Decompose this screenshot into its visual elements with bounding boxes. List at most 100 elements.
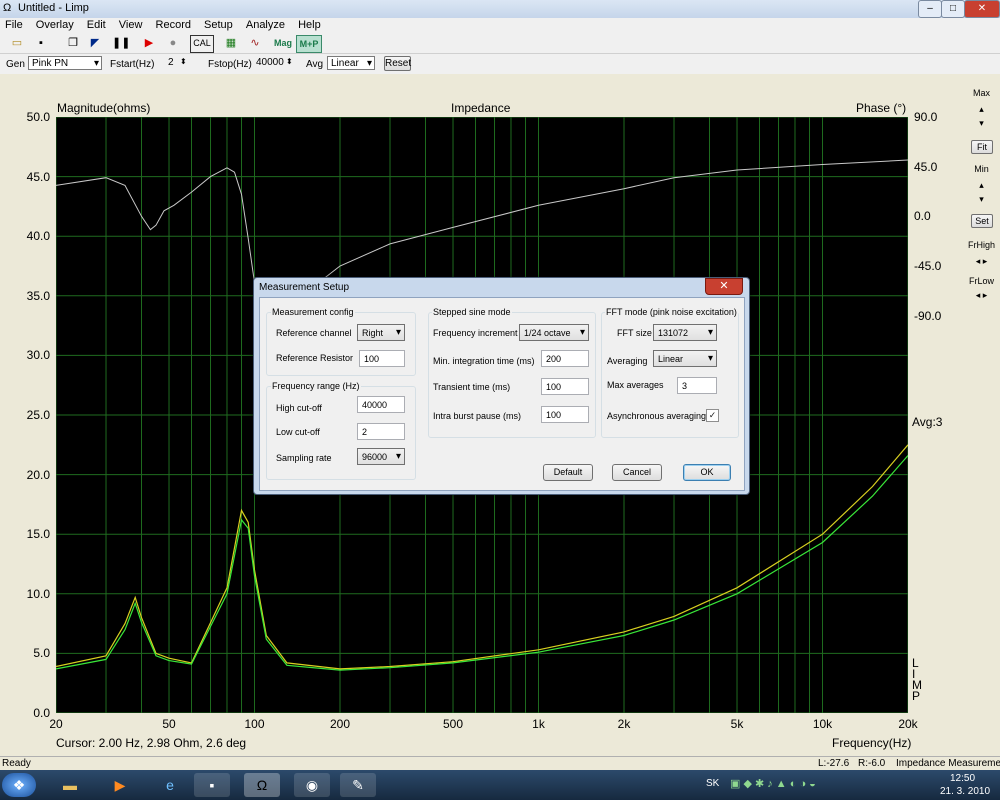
cancel-button[interactable]: Cancel	[612, 464, 662, 481]
media-player-icon[interactable]: ▶	[102, 773, 138, 797]
frhigh-label: FrHigh	[967, 240, 995, 250]
fft-size-select[interactable]: 131072	[653, 324, 717, 341]
y2-tick-label: 0.0	[914, 209, 931, 224]
low-cutoff-label: Low cut-off	[276, 427, 320, 437]
mp-button[interactable]: M+P	[296, 35, 322, 53]
curve-icon[interactable]: ∿	[246, 35, 264, 51]
menu-file[interactable]: File	[0, 18, 28, 33]
max-averages-label: Max averages	[607, 380, 664, 390]
side-panel: Max ▴ ▾ Fit Min ▴ ▾ Set FrHigh ◂ ▸ FrLow…	[963, 76, 1000, 756]
menu-setup[interactable]: Setup	[199, 18, 238, 33]
reset-button[interactable]: Reset	[384, 56, 411, 71]
generator-bar: Gen Pink PN Fstart(Hz) 2 ⬍ Fstop(Hz) 400…	[0, 54, 1000, 74]
menu-view[interactable]: View	[114, 18, 148, 33]
internet-explorer-icon[interactable]: e	[152, 773, 188, 797]
fstart-input[interactable]: 2	[168, 57, 174, 68]
menu-edit[interactable]: Edit	[82, 18, 111, 33]
fstart-spinner[interactable]: ⬍	[180, 57, 187, 66]
y-tick-label: 40.0	[26, 229, 50, 244]
x-tick-label: 1k	[532, 717, 545, 731]
min-down-icon[interactable]: ▾	[963, 194, 1000, 205]
ref-resistor-input[interactable]: 100	[359, 350, 405, 367]
open-icon[interactable]: ▭	[8, 35, 26, 51]
default-button[interactable]: Default	[543, 464, 593, 481]
menu-overlay[interactable]: Overlay	[31, 18, 79, 33]
save-icon[interactable]: ▪	[32, 35, 50, 51]
min-integration-input[interactable]: 200	[541, 350, 589, 367]
y-tick-label: 15.0	[26, 527, 50, 542]
stop-icon[interactable]: ●	[164, 35, 182, 51]
record-icon[interactable]: ▶	[140, 35, 158, 51]
freq-increment-select[interactable]: 1/24 octave	[519, 324, 589, 341]
avg-select[interactable]: Linear	[327, 56, 375, 71]
mag-button[interactable]: Mag	[272, 35, 294, 51]
x-tick-label: 20k	[898, 717, 918, 731]
gen-select[interactable]: Pink PN	[28, 56, 102, 71]
group-label: FFT mode (pink noise excitation)	[605, 307, 738, 317]
ref-channel-select[interactable]: Right	[357, 324, 405, 341]
copy-icon[interactable]: ❐	[64, 35, 82, 51]
low-cutoff-input[interactable]: 2	[357, 423, 405, 440]
menu-analyze[interactable]: Analyze	[241, 18, 290, 33]
avg-label: Avg	[306, 59, 324, 70]
clock-date[interactable]: 21. 3. 2010	[940, 786, 990, 797]
window-title: Untitled - Limp	[18, 2, 89, 14]
x-tick-label: 200	[329, 717, 351, 731]
sampling-rate-select[interactable]: 96000	[357, 448, 405, 465]
start-button-icon[interactable]: ❖	[2, 773, 36, 797]
minimize-button[interactable]: –	[918, 0, 942, 18]
max-up-icon[interactable]: ▴	[963, 104, 1000, 115]
speaker-app-icon[interactable]: ◉	[294, 773, 330, 797]
max-averages-input[interactable]: 3	[677, 377, 717, 394]
tray-icons[interactable]: ▣ ◆ ✱ ♪ ▲ ◐ ◑ ◒	[730, 777, 816, 790]
dialog-body: Measurement config Reference channel Rig…	[259, 297, 745, 491]
max-down-icon[interactable]: ▾	[963, 118, 1000, 129]
limp-app-icon[interactable]: Ω	[244, 773, 280, 797]
title-bar: Ω Untitled - Limp – □ ✕	[0, 0, 1000, 18]
high-cutoff-label: High cut-off	[276, 403, 322, 413]
graph-icon[interactable]: ▦	[222, 35, 240, 51]
frlow-label: FrLow	[968, 276, 994, 286]
fstop-input[interactable]: 40000	[256, 57, 284, 68]
dialog-close-button[interactable]: ✕	[705, 278, 743, 295]
fit-button[interactable]: Fit	[971, 140, 993, 154]
min-up-icon[interactable]: ▴	[963, 180, 1000, 191]
cal-button[interactable]: CAL	[190, 35, 214, 53]
ref-resistor-label: Reference Resistor	[276, 353, 354, 363]
burst-pause-input[interactable]: 100	[541, 406, 589, 423]
pause-icon[interactable]: ❚❚	[112, 35, 130, 51]
min-integration-label: Min. integration time (ms)	[433, 356, 535, 366]
status-right-level: R:-6.0	[858, 758, 886, 769]
menu-record[interactable]: Record	[151, 18, 196, 33]
close-button[interactable]: ✕	[964, 0, 1000, 18]
async-averaging-label: Asynchronous averaging	[607, 411, 707, 421]
menu-bar: File Overlay Edit View Record Setup Anal…	[0, 18, 1000, 33]
async-averaging-checkbox[interactable]: ✓	[706, 409, 719, 422]
save-app-icon[interactable]: ▪	[194, 773, 230, 797]
y-tick-label: 45.0	[26, 169, 50, 184]
averaging-select[interactable]: Linear	[653, 350, 717, 367]
set-button[interactable]: Set	[971, 214, 993, 228]
paint-app-icon[interactable]: ✎	[340, 773, 376, 797]
y-tick-label: 20.0	[26, 467, 50, 482]
transient-time-input[interactable]: 100	[541, 378, 589, 395]
y-tick-label: 35.0	[26, 288, 50, 303]
clock-time[interactable]: 12:50	[950, 773, 975, 784]
menu-help[interactable]: Help	[293, 18, 326, 33]
frlow-arrows-icon[interactable]: ◂ ▸	[963, 290, 1000, 301]
marker-icon[interactable]: ◤	[86, 35, 104, 51]
limp-label: L I M P	[912, 657, 924, 702]
y-tick-label: 10.0	[26, 586, 50, 601]
graph-title: Impedance	[451, 101, 511, 115]
fstop-spinner[interactable]: ⬍	[286, 57, 293, 66]
high-cutoff-input[interactable]: 40000	[357, 396, 405, 413]
frhigh-arrows-icon[interactable]: ◂ ▸	[963, 256, 1000, 267]
group-label: Frequency range (Hz)	[271, 381, 361, 391]
fft-size-label: FFT size	[617, 328, 652, 338]
freq-increment-label: Frequency increment	[433, 328, 518, 338]
ok-button[interactable]: OK	[683, 464, 731, 481]
maximize-button[interactable]: □	[941, 0, 965, 18]
language-indicator[interactable]: SK	[706, 778, 719, 789]
explorer-icon[interactable]: ▬	[52, 773, 88, 797]
y-tick-label: 5.0	[33, 646, 50, 661]
